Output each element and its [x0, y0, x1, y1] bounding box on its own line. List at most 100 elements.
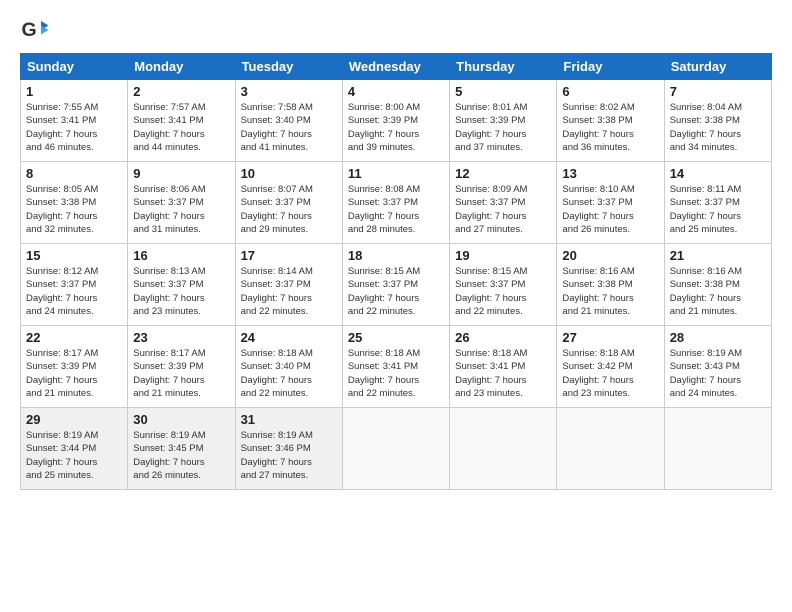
day-number: 16 — [133, 248, 229, 263]
day-number: 25 — [348, 330, 444, 345]
day-number: 29 — [26, 412, 122, 427]
calendar-table: SundayMondayTuesdayWednesdayThursdayFrid… — [20, 53, 772, 490]
cell-info: Sunrise: 8:13 AM Sunset: 3:37 PM Dayligh… — [133, 265, 229, 318]
calendar-cell: 31Sunrise: 8:19 AM Sunset: 3:46 PM Dayli… — [235, 408, 342, 490]
cell-info: Sunrise: 8:05 AM Sunset: 3:38 PM Dayligh… — [26, 183, 122, 236]
day-number: 21 — [670, 248, 766, 263]
cell-info: Sunrise: 7:55 AM Sunset: 3:41 PM Dayligh… — [26, 101, 122, 154]
day-header-wednesday: Wednesday — [342, 54, 449, 80]
day-number: 17 — [241, 248, 337, 263]
day-number: 26 — [455, 330, 551, 345]
cell-info: Sunrise: 8:18 AM Sunset: 3:41 PM Dayligh… — [348, 347, 444, 400]
calendar-cell: 1 Sunrise: 7:55 AM Sunset: 3:41 PM Daylig… — [21, 80, 128, 162]
day-number: 4 — [348, 84, 444, 99]
day-number: 9 — [133, 166, 229, 181]
day-number: 19 — [455, 248, 551, 263]
cell-info: Sunrise: 8:15 AM Sunset: 3:37 PM Dayligh… — [348, 265, 444, 318]
cell-info: Sunrise: 8:14 AM Sunset: 3:37 PM Dayligh… — [241, 265, 337, 318]
day-number: 14 — [670, 166, 766, 181]
calendar-cell — [342, 408, 449, 490]
page-header: G — [20, 15, 772, 45]
cell-info: Sunrise: 8:18 AM Sunset: 3:41 PM Dayligh… — [455, 347, 551, 400]
calendar-cell: 10 Sunrise: 8:07 AM Sunset: 3:37 PM Dayli… — [235, 162, 342, 244]
cell-info: Sunrise: 8:09 AM Sunset: 3:37 PM Dayligh… — [455, 183, 551, 236]
day-header-sunday: Sunday — [21, 54, 128, 80]
cell-info: Sunrise: 8:19 AM Sunset: 3:44 PM Dayligh… — [26, 429, 122, 482]
calendar-cell: 12 Sunrise: 8:09 AM Sunset: 3:37 PM Dayli… — [450, 162, 557, 244]
day-number: 11 — [348, 166, 444, 181]
calendar-cell — [450, 408, 557, 490]
calendar-cell: 22 Sunrise: 8:17 AM Sunset: 3:39 PM Dayli… — [21, 326, 128, 408]
calendar-cell: 17 Sunrise: 8:14 AM Sunset: 3:37 PM Dayli… — [235, 244, 342, 326]
calendar-cell: 3Sunrise: 7:58 AM Sunset: 3:40 PM Daylig… — [235, 80, 342, 162]
calendar-cell: 13Sunrise: 8:10 AM Sunset: 3:37 PM Dayli… — [557, 162, 664, 244]
calendar-cell: 5Sunrise: 8:01 AM Sunset: 3:39 PM Daylig… — [450, 80, 557, 162]
day-number: 24 — [241, 330, 337, 345]
calendar-cell — [557, 408, 664, 490]
cell-info: Sunrise: 8:12 AM Sunset: 3:37 PM Dayligh… — [26, 265, 122, 318]
day-number: 3 — [241, 84, 337, 99]
day-number: 8 — [26, 166, 122, 181]
cell-info: Sunrise: 8:04 AM Sunset: 3:38 PM Dayligh… — [670, 101, 766, 154]
calendar-cell: 26 Sunrise: 8:18 AM Sunset: 3:41 PM Dayli… — [450, 326, 557, 408]
day-header-monday: Monday — [128, 54, 235, 80]
calendar-cell: 16 Sunrise: 8:13 AM Sunset: 3:37 PM Dayli… — [128, 244, 235, 326]
day-number: 7 — [670, 84, 766, 99]
logo: G — [20, 15, 54, 45]
calendar-cell: 27 Sunrise: 8:18 AM Sunset: 3:42 PM Dayli… — [557, 326, 664, 408]
day-number: 13 — [562, 166, 658, 181]
day-number: 23 — [133, 330, 229, 345]
day-header-tuesday: Tuesday — [235, 54, 342, 80]
cell-info: Sunrise: 8:02 AM Sunset: 3:38 PM Dayligh… — [562, 101, 658, 154]
day-number: 5 — [455, 84, 551, 99]
day-number: 18 — [348, 248, 444, 263]
cell-info: Sunrise: 8:15 AM Sunset: 3:37 PM Dayligh… — [455, 265, 551, 318]
calendar-cell: 25 Sunrise: 8:18 AM Sunset: 3:41 PM Dayli… — [342, 326, 449, 408]
day-number: 1 — [26, 84, 122, 99]
calendar-cell: 6 Sunrise: 8:02 AM Sunset: 3:38 PM Daylig… — [557, 80, 664, 162]
day-number: 20 — [562, 248, 658, 263]
cell-info: Sunrise: 8:19 AM Sunset: 3:45 PM Dayligh… — [133, 429, 229, 482]
day-number: 2 — [133, 84, 229, 99]
day-header-thursday: Thursday — [450, 54, 557, 80]
cell-info: Sunrise: 8:06 AM Sunset: 3:37 PM Dayligh… — [133, 183, 229, 236]
calendar-cell: 29 Sunrise: 8:19 AM Sunset: 3:44 PM Dayli… — [21, 408, 128, 490]
calendar-cell: 28 Sunrise: 8:19 AM Sunset: 3:43 PM Dayli… — [664, 326, 771, 408]
calendar-cell: 7 Sunrise: 8:04 AM Sunset: 3:38 PM Daylig… — [664, 80, 771, 162]
day-number: 22 — [26, 330, 122, 345]
cell-info: Sunrise: 8:11 AM Sunset: 3:37 PM Dayligh… — [670, 183, 766, 236]
cell-info: Sunrise: 8:08 AM Sunset: 3:37 PM Dayligh… — [348, 183, 444, 236]
calendar-cell: 20 Sunrise: 8:16 AM Sunset: 3:38 PM Dayli… — [557, 244, 664, 326]
calendar-cell — [664, 408, 771, 490]
day-number: 30 — [133, 412, 229, 427]
cell-info: Sunrise: 8:17 AM Sunset: 3:39 PM Dayligh… — [133, 347, 229, 400]
calendar-cell: 19 Sunrise: 8:15 AM Sunset: 3:37 PM Dayli… — [450, 244, 557, 326]
cell-info: Sunrise: 8:19 AM Sunset: 3:43 PM Dayligh… — [670, 347, 766, 400]
day-number: 28 — [670, 330, 766, 345]
calendar-cell: 21 Sunrise: 8:16 AM Sunset: 3:38 PM Dayli… — [664, 244, 771, 326]
calendar-cell: 18 Sunrise: 8:15 AM Sunset: 3:37 PM Dayli… — [342, 244, 449, 326]
calendar-cell: 2Sunrise: 7:57 AM Sunset: 3:41 PM Daylig… — [128, 80, 235, 162]
cell-info: Sunrise: 8:18 AM Sunset: 3:40 PM Dayligh… — [241, 347, 337, 400]
cell-info: Sunrise: 8:18 AM Sunset: 3:42 PM Dayligh… — [562, 347, 658, 400]
calendar-cell: 11 Sunrise: 8:08 AM Sunset: 3:37 PM Dayli… — [342, 162, 449, 244]
calendar-cell: 9 Sunrise: 8:06 AM Sunset: 3:37 PM Daylig… — [128, 162, 235, 244]
day-header-saturday: Saturday — [664, 54, 771, 80]
cell-info: Sunrise: 8:16 AM Sunset: 3:38 PM Dayligh… — [670, 265, 766, 318]
day-number: 6 — [562, 84, 658, 99]
calendar-cell: 14 Sunrise: 8:11 AM Sunset: 3:37 PM Dayli… — [664, 162, 771, 244]
cell-info: Sunrise: 8:00 AM Sunset: 3:39 PM Dayligh… — [348, 101, 444, 154]
day-header-friday: Friday — [557, 54, 664, 80]
day-number: 10 — [241, 166, 337, 181]
day-number: 27 — [562, 330, 658, 345]
day-number: 12 — [455, 166, 551, 181]
calendar-cell: 24 Sunrise: 8:18 AM Sunset: 3:40 PM Dayli… — [235, 326, 342, 408]
cell-info: Sunrise: 8:07 AM Sunset: 3:37 PM Dayligh… — [241, 183, 337, 236]
day-number: 15 — [26, 248, 122, 263]
logo-icon: G — [20, 15, 50, 45]
day-number: 31 — [241, 412, 337, 427]
cell-info: Sunrise: 8:17 AM Sunset: 3:39 PM Dayligh… — [26, 347, 122, 400]
calendar-cell: 4 Sunrise: 8:00 AM Sunset: 3:39 PM Daylig… — [342, 80, 449, 162]
cell-info: Sunrise: 8:16 AM Sunset: 3:38 PM Dayligh… — [562, 265, 658, 318]
calendar-cell: 8 Sunrise: 8:05 AM Sunset: 3:38 PM Daylig… — [21, 162, 128, 244]
